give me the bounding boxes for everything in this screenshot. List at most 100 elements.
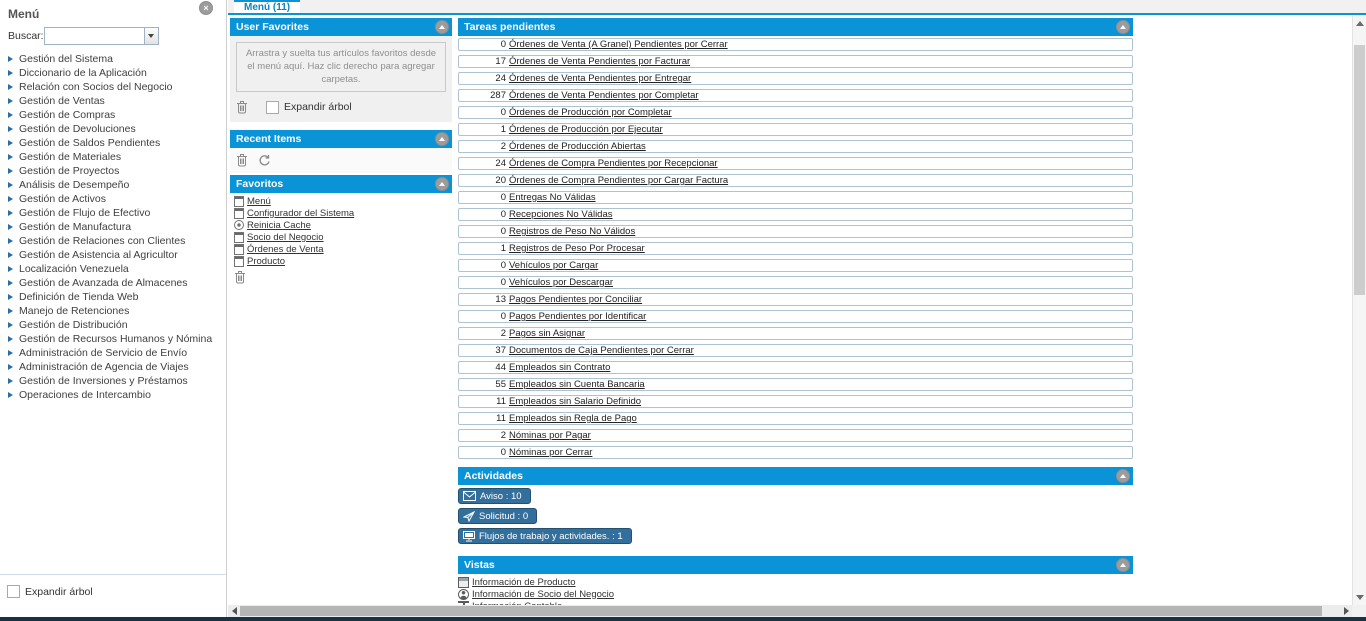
- expand-arrow-icon[interactable]: [8, 252, 13, 258]
- tree-item[interactable]: Relación con Socios del Negocio: [8, 80, 226, 94]
- search-dropdown-button[interactable]: [144, 27, 159, 45]
- tree-item[interactable]: Localización Venezuela: [8, 262, 226, 276]
- view-item-partner-info[interactable]: Información de Socio del Negocio: [458, 588, 1133, 600]
- task-link[interactable]: Recepciones No Válidas: [509, 209, 613, 220]
- expand-arrow-icon[interactable]: [8, 98, 13, 104]
- expand-arrow-icon[interactable]: [8, 322, 13, 328]
- tree-item[interactable]: Gestión de Activos: [8, 192, 226, 206]
- expand-arrow-icon[interactable]: [8, 154, 13, 160]
- trash-button[interactable]: [236, 153, 248, 167]
- expand-arrow-icon[interactable]: [8, 210, 13, 216]
- expand-arrow-icon[interactable]: [8, 56, 13, 62]
- tree-item[interactable]: Gestión de Distribución: [8, 318, 226, 332]
- tree-item[interactable]: Gestión de Flujo de Efectivo: [8, 206, 226, 220]
- vertical-scroll-thumb[interactable]: [1354, 45, 1365, 295]
- tree-item[interactable]: Gestión de Saldos Pendientes: [8, 136, 226, 150]
- refresh-button[interactable]: [258, 154, 271, 167]
- tree-item[interactable]: Gestión de Manufactura: [8, 220, 226, 234]
- task-link[interactable]: Órdenes de Compra Pendientes por Recepci…: [509, 158, 718, 169]
- tree-item[interactable]: Operaciones de Intercambio: [8, 388, 226, 402]
- favorite-item[interactable]: Configurador del Sistema: [234, 207, 448, 219]
- expand-arrow-icon[interactable]: [8, 168, 13, 174]
- scroll-left-button[interactable]: [228, 605, 240, 617]
- tree-item[interactable]: Gestión de Ventas: [8, 94, 226, 108]
- task-link[interactable]: Pagos Pendientes por Conciliar: [509, 294, 642, 305]
- favorite-item[interactable]: Reinicia Cache: [234, 219, 448, 231]
- task-link[interactable]: Registros de Peso Por Procesar: [509, 243, 645, 254]
- tree-item[interactable]: Gestión de Inversiones y Préstamos: [8, 374, 226, 388]
- task-link[interactable]: Nóminas por Cerrar: [509, 447, 592, 458]
- expand-arrow-icon[interactable]: [8, 378, 13, 384]
- task-link[interactable]: Órdenes de Venta Pendientes por Facturar: [509, 56, 690, 67]
- expand-arrow-icon[interactable]: [8, 308, 13, 314]
- scroll-down-button[interactable]: [1353, 590, 1366, 604]
- expand-arrow-icon[interactable]: [8, 294, 13, 300]
- view-item-product-info[interactable]: Información de Producto: [458, 576, 1133, 588]
- expand-tree-checkbox[interactable]: [7, 585, 20, 598]
- tree-item[interactable]: Administración de Servicio de Envío: [8, 346, 226, 360]
- favorites-expand-tree-checkbox[interactable]: [266, 101, 279, 114]
- collapse-button[interactable]: [1116, 469, 1130, 483]
- favorite-item[interactable]: Órdenes de Venta: [234, 243, 448, 255]
- expand-arrow-icon[interactable]: [8, 112, 13, 118]
- collapse-button[interactable]: [435, 177, 449, 191]
- horizontal-scrollbar[interactable]: [228, 605, 1352, 617]
- expand-arrow-icon[interactable]: [8, 364, 13, 370]
- sidebar-close-button[interactable]: ×: [199, 1, 213, 15]
- expand-arrow-icon[interactable]: [8, 350, 13, 356]
- tree-item[interactable]: Gestión del Sistema: [8, 52, 226, 66]
- task-link[interactable]: Vehículos por Descargar: [509, 277, 613, 288]
- task-link[interactable]: Órdenes de Compra Pendientes por Cargar …: [509, 175, 728, 186]
- task-link[interactable]: Órdenes de Producción por Completar: [509, 107, 672, 118]
- collapse-button[interactable]: [435, 132, 449, 146]
- task-link[interactable]: Entregas No Válidas: [509, 192, 596, 203]
- collapse-button[interactable]: [435, 20, 449, 34]
- scroll-right-button[interactable]: [1340, 605, 1352, 617]
- expand-arrow-icon[interactable]: [8, 266, 13, 272]
- trash-button[interactable]: [234, 270, 246, 284]
- tree-item[interactable]: Administración de Agencia de Viajes: [8, 360, 226, 374]
- tree-item[interactable]: Gestión de Asistencia al Agricultor: [8, 248, 226, 262]
- vertical-scrollbar[interactable]: [1352, 15, 1366, 605]
- horizontal-scroll-thumb[interactable]: [240, 606, 1322, 616]
- tree-item[interactable]: Gestión de Proyectos: [8, 164, 226, 178]
- expand-arrow-icon[interactable]: [8, 140, 13, 146]
- tree-item[interactable]: Gestión de Avanzada de Almacenes: [8, 276, 226, 290]
- favorite-item[interactable]: Producto: [234, 255, 448, 267]
- task-link[interactable]: Órdenes de Producción Abiertas: [509, 141, 646, 152]
- favorite-item[interactable]: Socio del Negocio: [234, 231, 448, 243]
- expand-arrow-icon[interactable]: [8, 392, 13, 398]
- tree-item[interactable]: Diccionario de la Aplicación: [8, 66, 226, 80]
- search-input[interactable]: [44, 27, 144, 45]
- tree-item[interactable]: Gestión de Devoluciones: [8, 122, 226, 136]
- workflow-activities-button[interactable]: Flujos de trabajo y actividades. : 1: [458, 528, 632, 544]
- notice-button[interactable]: Aviso : 10: [458, 488, 531, 504]
- expand-arrow-icon[interactable]: [8, 182, 13, 188]
- tree-item[interactable]: Gestión de Relaciones con Clientes: [8, 234, 226, 248]
- tree-item[interactable]: Manejo de Retenciones: [8, 304, 226, 318]
- task-link[interactable]: Órdenes de Producción por Ejecutar: [509, 124, 663, 135]
- collapse-button[interactable]: [1116, 558, 1130, 572]
- expand-arrow-icon[interactable]: [8, 126, 13, 132]
- scroll-up-button[interactable]: [1353, 16, 1366, 30]
- expand-arrow-icon[interactable]: [8, 70, 13, 76]
- request-button[interactable]: Solicitud : 0: [458, 508, 537, 524]
- task-link[interactable]: Registros de Peso No Válidos: [509, 226, 635, 237]
- tree-item[interactable]: Gestión de Compras: [8, 108, 226, 122]
- task-link[interactable]: Documentos de Caja Pendientes por Cerrar: [509, 345, 694, 356]
- tree-item[interactable]: Definición de Tienda Web: [8, 290, 226, 304]
- task-link[interactable]: Empleados sin Contrato: [509, 362, 610, 373]
- task-link[interactable]: Órdenes de Venta Pendientes por Completa…: [509, 90, 699, 101]
- tree-item[interactable]: Gestión de Materiales: [8, 150, 226, 164]
- expand-arrow-icon[interactable]: [8, 336, 13, 342]
- tree-item[interactable]: Gestión de Recursos Humanos y Nómina: [8, 332, 226, 346]
- task-link[interactable]: Órdenes de Venta Pendientes por Entregar: [509, 73, 691, 84]
- expand-arrow-icon[interactable]: [8, 238, 13, 244]
- task-link[interactable]: Pagos Pendientes por Identificar: [509, 311, 646, 322]
- task-link[interactable]: Empleados sin Regla de Pago: [509, 413, 637, 424]
- task-link[interactable]: Empleados sin Cuenta Bancaria: [509, 379, 645, 390]
- task-link[interactable]: Nóminas por Pagar: [509, 430, 591, 441]
- task-link[interactable]: Órdenes de Venta (A Granel) Pendientes p…: [509, 39, 728, 50]
- expand-arrow-icon[interactable]: [8, 224, 13, 230]
- collapse-button[interactable]: [1116, 20, 1130, 34]
